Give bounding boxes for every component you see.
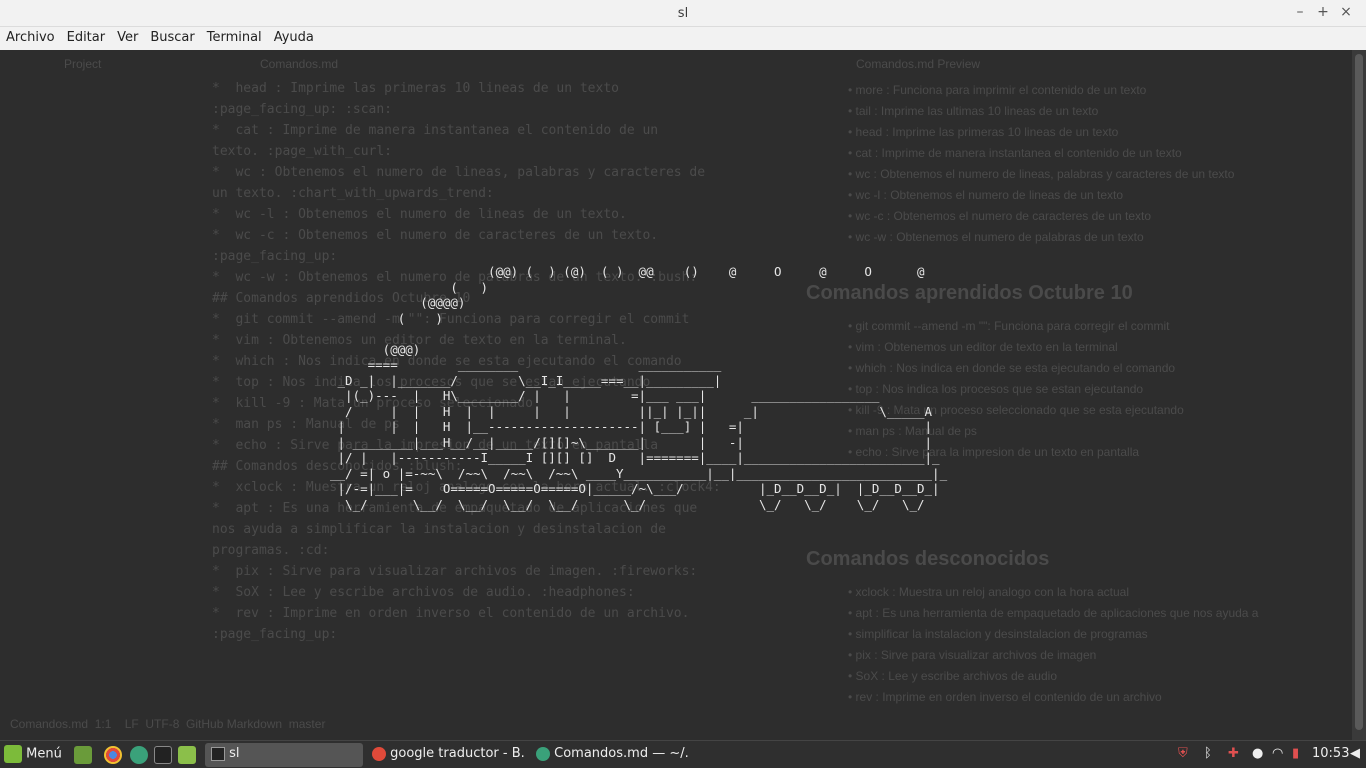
user-icon[interactable]: ● — [1252, 746, 1263, 761]
terminal-scrollbar[interactable] — [1352, 50, 1366, 740]
background-line: * head : Imprime las primeras 10 lineas … — [212, 81, 619, 96]
background-line: * wc : Obtenemos el numero de lineas, pa… — [212, 165, 706, 180]
background-preview-list-3: • xclock : Muestra un reloj analogo con … — [848, 582, 1258, 708]
background-line: :page_facing_up: :scan: — [212, 102, 393, 117]
background-line: • wc -c : Obtenemos el numero de caracte… — [848, 209, 1152, 223]
atom-icon[interactable] — [130, 746, 148, 764]
folder-icon[interactable] — [178, 746, 196, 764]
close-button[interactable]: × — [1336, 4, 1356, 20]
window-titlebar: sl – + × — [0, 0, 1366, 27]
background-preview-list: • more : Funciona para imprimir el conte… — [848, 80, 1234, 248]
bluetooth-icon[interactable]: ᛒ — [1204, 746, 1212, 761]
task-label: sl — [229, 746, 240, 761]
editor-tab-title: Comandos.md — [260, 57, 339, 71]
minimize-button[interactable]: – — [1290, 4, 1310, 20]
background-line: • wc -l : Obtenemos el numero de lineas … — [848, 188, 1124, 202]
background-line: * wc -l : Obtenemos el numero de lineas … — [212, 207, 627, 222]
background-line: • wc -w : Obtenemos el numero de palabra… — [848, 230, 1144, 244]
menu-ver[interactable]: Ver — [111, 27, 144, 48]
taskbar: Menú sl google traductor - B... Comandos… — [0, 740, 1366, 768]
wifi-icon[interactable]: ◠ — [1272, 746, 1283, 761]
shield-icon[interactable]: ⛨ — [1178, 746, 1188, 761]
menu-terminal[interactable]: Terminal — [201, 27, 268, 48]
maximize-button[interactable]: + — [1313, 4, 1333, 20]
background-line: • cat : Imprime de manera instantanea el… — [848, 146, 1182, 160]
background-line: * SoX : Lee y escribe archivos de audio.… — [212, 585, 635, 600]
task-label: Comandos.md — ~/... — [554, 746, 690, 761]
background-line: • more : Funciona para imprimir el conte… — [848, 83, 1147, 97]
chrome-icon[interactable] — [104, 746, 122, 764]
task-chrome[interactable]: google traductor - B... — [366, 743, 526, 767]
preview-tab-title: Comandos.md Preview — [856, 57, 981, 71]
background-line: • apt : Es una herramienta de empaquetad… — [848, 606, 1259, 620]
task-label: google traductor - B... — [390, 746, 526, 761]
background-line: • tail : Imprime las ultimas 10 lineas d… — [848, 104, 1099, 118]
steam-locomotive-ascii: (@@) ( ) (@) ( ) @@ () @ O @ O @ ( ) (@@… — [330, 264, 948, 512]
menu-buscar[interactable]: Buscar — [144, 27, 200, 48]
battery-icon[interactable]: ▮ — [1292, 746, 1299, 761]
terminal-area[interactable]: Project Comandos.md Comandos.md Preview … — [0, 50, 1352, 740]
background-line: * rev : Imprime en orden inverso el cont… — [212, 606, 690, 621]
task-atom[interactable]: Comandos.md — ~/... — [530, 743, 690, 767]
scrollbar-thumb[interactable] — [1355, 54, 1363, 730]
task-terminal[interactable]: sl — [205, 743, 363, 767]
menubar: Archivo Editar Ver Buscar Terminal Ayuda — [0, 27, 1366, 50]
background-line: • rev : Imprime en orden inverso el cont… — [848, 690, 1162, 704]
background-line: nos ayuda a simplificar la instalacion y… — [212, 522, 666, 537]
background-line: :page_facing_up: — [212, 627, 338, 642]
background-line: * cat : Imprime de manera instantanea el… — [212, 123, 659, 138]
background-line: • pix : Sirve para visualizar archivos d… — [848, 648, 1097, 662]
project-panel-title: Project — [64, 57, 102, 71]
background-line: • xclock : Muestra un reloj analogo con … — [848, 585, 1130, 599]
update-icon[interactable]: ✚ — [1228, 746, 1239, 761]
background-statusbar: Comandos.md 1:1 LF UTF-8 GitHub Markdown… — [10, 717, 326, 731]
background-line: • simplificar la instalacion y desinstal… — [848, 627, 1148, 641]
background-line: * pix : Sirve para visualizar archivos d… — [212, 564, 698, 579]
background-line: • wc : Obtenemos el numero de lineas, pa… — [848, 167, 1235, 181]
terminal-task-icon — [211, 746, 225, 761]
menu-editar[interactable]: Editar — [61, 27, 112, 48]
background-line: * wc -c : Obtenemos el numero de caracte… — [212, 228, 659, 243]
terminal-icon[interactable] — [154, 746, 172, 764]
atom-task-icon — [536, 746, 550, 761]
clock[interactable]: 10:53 — [1312, 746, 1349, 761]
background-line: • SoX : Lee y escribe archivos de audio — [848, 669, 1057, 683]
desktop-icon[interactable] — [74, 746, 92, 764]
mint-logo-icon — [4, 745, 22, 763]
menu-archivo[interactable]: Archivo — [0, 27, 61, 48]
background-line: • head : Imprime las primeras 10 lineas … — [848, 125, 1119, 139]
start-menu-button[interactable]: Menú — [4, 745, 62, 763]
menu-ayuda[interactable]: Ayuda — [268, 27, 320, 48]
background-line: programas. :cd: — [212, 543, 330, 558]
background-line: un texto. :chart_with_upwards_trend: — [212, 186, 494, 201]
background-preview-heading-2: Comandos desconocidos — [806, 548, 1050, 570]
window-title: sl — [677, 6, 689, 21]
background-line: texto. :page_with_curl: — [212, 144, 393, 159]
start-menu-label: Menú — [26, 746, 62, 762]
show-desktop-icon[interactable]: ◀ — [1350, 746, 1360, 761]
chrome-task-icon — [372, 746, 386, 761]
